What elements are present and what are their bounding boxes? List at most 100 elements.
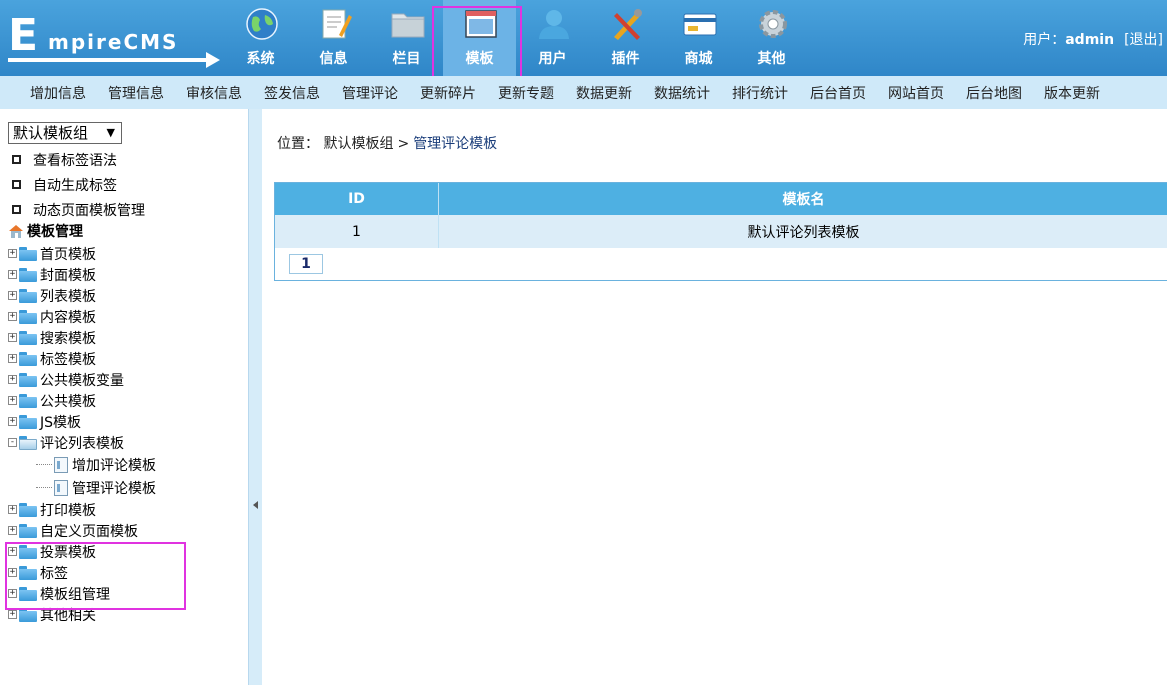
logout-link[interactable]: [退出] [1124, 32, 1163, 48]
tree-title: 模板管理 [8, 221, 83, 241]
tree-node[interactable]: + 模板组管理 [8, 583, 156, 604]
expand-plus-icon[interactable]: + [8, 249, 17, 258]
nav-template[interactable]: 模板 [443, 0, 516, 76]
quick-update-fragments[interactable]: 更新碎片 [420, 83, 476, 103]
sidebar-link-auto-tags[interactable]: 自动生成标签 [12, 172, 145, 197]
collapse-minus-icon[interactable]: - [8, 438, 17, 447]
page-icon [54, 456, 68, 473]
nav-other[interactable]: 其他 [735, 0, 808, 76]
quick-version-update[interactable]: 版本更新 [1044, 83, 1100, 103]
quick-manage-info[interactable]: 管理信息 [108, 83, 164, 103]
sidebar-links: 查看标签语法 自动生成标签 动态页面模板管理 [12, 147, 145, 222]
tree-node-label: 公共模板变量 [40, 372, 124, 389]
expand-plus-icon[interactable]: + [8, 396, 17, 405]
quick-manage-comments[interactable]: 管理评论 [342, 83, 398, 103]
tree-node[interactable]: + 自定义页面模板 [8, 520, 156, 541]
tree-node[interactable]: + 投票模板 [8, 541, 156, 562]
expand-plus-icon[interactable]: + [8, 354, 17, 363]
nav-system[interactable]: 系统 [224, 0, 297, 76]
pagination-page[interactable]: 1 [289, 254, 323, 274]
tools-icon [614, 9, 642, 40]
square-bullet-icon [12, 180, 21, 189]
tree-node[interactable]: + 首页模板 [8, 243, 156, 264]
breadcrumb-template-group[interactable]: 默认模板组 [323, 136, 393, 152]
expand-plus-icon[interactable]: + [8, 312, 17, 321]
sidebar-splitter[interactable] [248, 109, 262, 685]
collapse-arrow-icon[interactable] [253, 501, 258, 509]
quick-add-info[interactable]: 增加信息 [30, 83, 86, 103]
sidebar-link-dynamic-pages[interactable]: 动态页面模板管理 [12, 197, 145, 222]
folder-icon [391, 13, 425, 38]
quick-admin-home[interactable]: 后台首页 [810, 83, 866, 103]
nav-user[interactable]: 用户 [516, 0, 589, 76]
logo-arrowhead [206, 52, 220, 68]
tree-node-label: 模板组管理 [40, 586, 110, 603]
quick-rank-stats[interactable]: 排行统计 [732, 83, 788, 103]
table-footer: 1 [275, 248, 1167, 280]
expand-plus-icon[interactable]: + [8, 375, 17, 384]
quick-data-update[interactable]: 数据更新 [576, 83, 632, 103]
tree-node[interactable]: + 标签模板 [8, 348, 156, 369]
template-tree: + 首页模板 + 封面模板 + 列表模板 + 内容模板 + 搜索模板 + 标签模板 + 公共模… [8, 243, 156, 625]
quick-sign-info[interactable]: 签发信息 [264, 83, 320, 103]
expand-plus-icon[interactable]: + [8, 505, 17, 514]
nav-shop[interactable]: 商城 [662, 0, 735, 76]
folder-icon [19, 523, 37, 538]
folder-icon [19, 586, 37, 601]
tree-child-add-comment-template[interactable]: 增加评论模板 [8, 453, 156, 476]
tree-node[interactable]: + 内容模板 [8, 306, 156, 327]
table-row[interactable]: 1 默认评论列表模板 [275, 215, 1167, 248]
tree-node[interactable]: + 公共模板变量 [8, 369, 156, 390]
folder-icon [19, 267, 37, 282]
window-template-icon [465, 10, 497, 38]
card-icon [683, 13, 717, 36]
cell-template-name[interactable]: 默认评论列表模板 [439, 215, 1167, 248]
quick-update-topics[interactable]: 更新专题 [498, 83, 554, 103]
folder-icon [19, 372, 37, 387]
expand-plus-icon[interactable]: + [8, 333, 17, 342]
expand-plus-icon[interactable]: + [8, 417, 17, 426]
tree-node[interactable]: + 封面模板 [8, 264, 156, 285]
tree-node-comment-list[interactable]: - 评论列表模板 [8, 432, 156, 453]
nav-plugin[interactable]: 插件 [589, 0, 662, 76]
tree-node[interactable]: + 公共模板 [8, 390, 156, 411]
logo-text: mpireCMS [48, 30, 179, 54]
tree-node[interactable]: + 打印模板 [8, 499, 156, 520]
tree-node-label: 标签 [40, 565, 68, 582]
template-group-select[interactable]: 默认模板组 ▼ [8, 122, 122, 144]
nav-info[interactable]: 信息 [297, 0, 370, 76]
nav-column[interactable]: 栏目 [370, 0, 443, 76]
empirecms-logo[interactable]: E mpireCMS [8, 10, 220, 68]
logo-initial: E [8, 10, 39, 61]
tree-node[interactable]: + 标签 [8, 562, 156, 583]
tree-node-label: 打印模板 [40, 502, 96, 519]
expand-plus-icon[interactable]: + [8, 610, 17, 619]
tree-node[interactable]: + 搜索模板 [8, 327, 156, 348]
expand-plus-icon[interactable]: + [8, 291, 17, 300]
expand-plus-icon[interactable]: + [8, 270, 17, 279]
cell-id: 1 [275, 215, 439, 248]
expand-plus-icon[interactable]: + [8, 526, 17, 535]
quick-site-home[interactable]: 网站首页 [888, 83, 944, 103]
tree-node[interactable]: + 列表模板 [8, 285, 156, 306]
nav-label: 用户 [538, 51, 567, 67]
nav-label: 系统 [246, 51, 275, 67]
quick-admin-map[interactable]: 后台地图 [966, 83, 1022, 103]
expand-plus-icon[interactable]: + [8, 568, 17, 577]
expand-plus-icon[interactable]: + [8, 547, 17, 556]
tree-node[interactable]: + JS模板 [8, 411, 156, 432]
quick-review-info[interactable]: 审核信息 [186, 83, 242, 103]
breadcrumb-current[interactable]: 管理评论模板 [413, 136, 497, 152]
tree-node-label: 其他相关 [40, 607, 96, 624]
breadcrumb-label: 位置： [277, 136, 319, 152]
expand-plus-icon[interactable]: + [8, 589, 17, 598]
user-icon [539, 10, 569, 39]
tree-node[interactable]: + 其他相关 [8, 604, 156, 625]
square-bullet-icon [12, 205, 21, 214]
tree-child-manage-comment-template[interactable]: 管理评论模板 [8, 476, 156, 499]
tree-node-label: 内容模板 [40, 309, 96, 326]
document-pencil-icon [322, 9, 352, 39]
sidebar-link-tag-syntax[interactable]: 查看标签语法 [12, 147, 145, 172]
page-icon [54, 479, 68, 496]
quick-data-stats[interactable]: 数据统计 [654, 83, 710, 103]
